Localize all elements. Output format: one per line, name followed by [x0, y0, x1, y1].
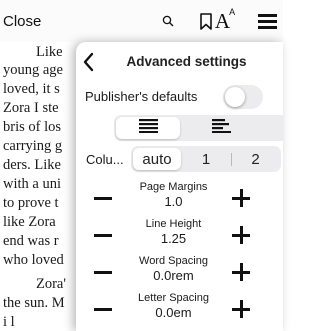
text-alignment-segmented-control — [114, 115, 283, 141]
page-margins-decrease-button[interactable] — [93, 187, 115, 209]
line-height-value: 1.25 — [160, 231, 187, 246]
book-text-line: end was r — [3, 233, 59, 249]
toggle-knob — [225, 87, 245, 107]
line-height-stepper: Line Height 1.25 — [76, 218, 283, 254]
align-justify-icon — [138, 118, 158, 138]
book-text-line: Zora I ste — [3, 100, 59, 116]
letter-spacing-decrease-button[interactable] — [93, 298, 115, 320]
page-margins-increase-button[interactable] — [230, 187, 252, 209]
line-height-label: Line Height — [145, 218, 202, 230]
close-button[interactable]: Close — [3, 13, 41, 30]
search-icon[interactable] — [158, 0, 178, 42]
publishers-defaults-label: Publisher's defaults — [85, 89, 198, 104]
letter-spacing-stepper: Letter Spacing 0.0em — [76, 292, 283, 328]
book-text-line: Like — [36, 44, 63, 60]
letter-spacing-value: 0.0em — [155, 305, 192, 320]
page-margins-value: 1.0 — [164, 194, 183, 209]
book-text-line: young age — [3, 62, 63, 78]
book-text-line: Zora' — [36, 276, 66, 292]
book-text-line: the sun. M — [3, 295, 65, 311]
word-spacing-decrease-button[interactable] — [93, 261, 115, 283]
book-text-line: ders. Like — [3, 157, 61, 173]
word-spacing-label: Word Spacing — [139, 255, 208, 267]
page-margins-stepper: Page Margins 1.0 — [76, 181, 283, 217]
word-spacing-increase-button[interactable] — [230, 261, 252, 283]
align-left-icon — [211, 118, 231, 138]
book-text-line: who loved — [3, 252, 64, 268]
columns-option-2[interactable]: 2 — [232, 148, 279, 170]
word-spacing-stepper: Word Spacing 0.0rem — [76, 255, 283, 291]
panel-title: Advanced settings — [126, 54, 247, 69]
font-icon-small-a: A — [229, 7, 236, 17]
line-height-increase-button[interactable] — [230, 224, 252, 246]
book-text-line: i l — [3, 314, 15, 330]
book-text-line: carrying g — [3, 138, 63, 154]
word-spacing-value: 0.0rem — [153, 268, 194, 283]
book-text-line: loved, it s — [3, 81, 60, 97]
line-height-decrease-button[interactable] — [93, 224, 115, 246]
book-text-line: like Zora — [3, 214, 56, 230]
align-left-button[interactable] — [189, 117, 253, 139]
book-text-line: with a uni — [3, 176, 61, 192]
publishers-defaults-toggle[interactable] — [223, 85, 263, 109]
advanced-settings-panel: Advanced settings Publisher's defaults C… — [76, 42, 283, 331]
letter-spacing-increase-button[interactable] — [230, 298, 252, 320]
menu-icon[interactable] — [256, 0, 278, 42]
columns-option-auto[interactable]: auto — [133, 148, 181, 170]
letter-spacing-label: Letter Spacing — [138, 292, 209, 304]
columns-option-1[interactable]: 1 — [182, 148, 230, 170]
columns-label: Colu... — [86, 152, 124, 167]
top-toolbar: Close AA — [0, 0, 283, 42]
page-margins-label: Page Margins — [139, 181, 208, 193]
book-text-line: to prove t — [3, 195, 59, 211]
font-icon-large-a: A — [214, 8, 231, 33]
align-justify-button[interactable] — [116, 117, 180, 139]
columns-segmented-control: auto 1 2 — [131, 146, 281, 172]
font-settings-icon[interactable]: AA — [208, 0, 242, 42]
book-text-line: bris of los — [3, 119, 61, 135]
